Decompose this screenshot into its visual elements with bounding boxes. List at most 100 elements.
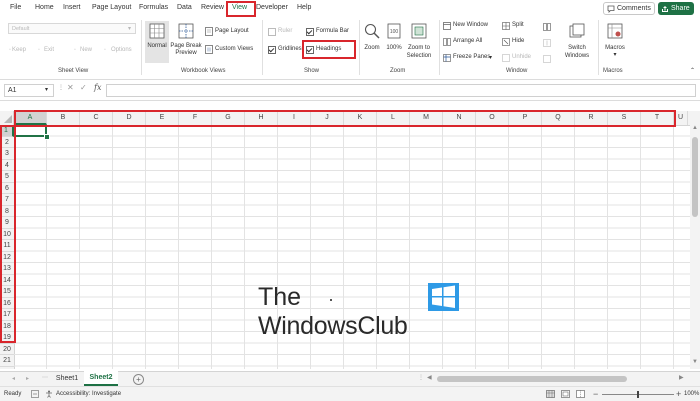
formula-input[interactable] (106, 84, 696, 97)
accessibility-status[interactable]: Accessibility: Investigate (56, 391, 121, 397)
sheet-tabs-more-icon[interactable]: ⋯ (42, 374, 48, 381)
switch-windows-label-1: Switch (568, 45, 586, 51)
sheet-tab-sheet1[interactable]: Sheet1 (52, 372, 82, 386)
formula-bar-label: Formula Bar (316, 28, 350, 34)
zoom-100-label: 100% (386, 45, 402, 51)
zoom-in-icon[interactable]: + (676, 389, 681, 399)
exit-label: Exit (44, 47, 55, 53)
scroll-left-icon[interactable]: ◀ (427, 374, 432, 381)
new-window-icon (443, 22, 451, 32)
scroll-down-icon[interactable]: ▼ (692, 359, 698, 365)
menu-tab-file[interactable]: File (10, 4, 21, 11)
zoom-100-button[interactable]: 100 100% (385, 21, 403, 63)
watermark-line1: The (258, 283, 302, 311)
new-button[interactable]: New (80, 47, 92, 53)
options-icon: ▫ (104, 47, 106, 53)
synchronous-scrolling-icon[interactable] (543, 39, 551, 49)
arrange-all-button[interactable]: Arrange All (443, 38, 493, 47)
menu-tab-review[interactable]: Review (201, 4, 224, 11)
chevron-down-icon: ▾ (613, 52, 617, 58)
options-label: Options (111, 47, 132, 53)
unhide-button[interactable]: Unhide (502, 54, 536, 63)
column-header[interactable]: U (674, 111, 688, 125)
name-box-value: A1 (8, 87, 17, 94)
menu-tab-home[interactable]: Home (35, 4, 54, 11)
sheet-tab-sheet2[interactable]: Sheet2 (84, 371, 118, 386)
add-sheet-button[interactable]: + (133, 374, 144, 385)
ribbon-separator (141, 20, 142, 75)
share-button[interactable]: Share (658, 2, 694, 15)
tabs-resize-handle[interactable]: ⋮ (418, 374, 424, 381)
scroll-right-icon[interactable]: ▶ (679, 374, 684, 381)
menu-tab-developer[interactable]: Developer (256, 4, 288, 11)
zoom-selection-label-2: Selection (406, 53, 432, 59)
hide-label: Hide (512, 38, 525, 44)
page-break-status-icon[interactable] (576, 390, 585, 400)
freeze-panes-button[interactable]: Freeze Panes ▾ (443, 54, 498, 63)
custom-views-icon (205, 45, 213, 56)
status-ready: Ready (4, 391, 22, 397)
menu-tab-data[interactable]: Data (177, 4, 192, 11)
page-break-label-1: Page Break (170, 43, 202, 49)
vertical-scrollbar[interactable]: ▲ ▼ (690, 125, 700, 369)
cancel-icon[interactable]: ✕ (67, 83, 74, 92)
page-layout-status-icon[interactable] (561, 390, 570, 400)
select-all-icon (4, 115, 12, 123)
row-header[interactable]: 21 (0, 355, 14, 367)
view-side-by-side-icon[interactable] (543, 23, 551, 33)
custom-views-button[interactable]: Custom Views (205, 45, 257, 55)
zoom-to-selection-button[interactable]: Zoom to Selection (404, 21, 434, 67)
menu-tab-formulas[interactable]: Formulas (139, 4, 168, 11)
menu-tab-page-layout[interactable]: Page Layout (92, 4, 131, 11)
next-sheet-icon[interactable]: ▸ (26, 375, 29, 382)
sheet-view-dropdown[interactable]: Default ▾ (8, 23, 136, 34)
formula-bar-checkbox[interactable] (306, 28, 314, 36)
watermark-line2: WindowsClub (258, 312, 408, 340)
zoom-selection-icon (411, 23, 427, 41)
reset-window-position-icon[interactable] (543, 55, 551, 65)
accessibility-icon[interactable] (45, 390, 53, 400)
menu-tab-help[interactable]: Help (297, 4, 311, 11)
vertical-scroll-thumb[interactable] (692, 137, 698, 217)
zoom-slider-thumb[interactable] (637, 391, 639, 398)
new-window-button[interactable]: New Window (443, 22, 493, 31)
zoom-button[interactable]: Zoom (362, 21, 382, 63)
menu-tab-insert[interactable]: Insert (63, 4, 81, 11)
macros-group-label: Macros (603, 68, 623, 74)
normal-view-button[interactable]: Normal (145, 21, 169, 63)
scroll-up-icon[interactable]: ▲ (692, 125, 698, 131)
keep-button[interactable]: Keep (12, 47, 26, 53)
prev-sheet-icon[interactable]: ◂ (12, 375, 15, 382)
view-tab-highlight (226, 1, 256, 17)
page-layout-button[interactable]: Page Layout (205, 27, 255, 37)
zoom-out-icon[interactable]: − (593, 389, 598, 399)
name-box[interactable]: A1 ▾ (4, 84, 54, 97)
headings-highlight (302, 40, 356, 59)
collapse-ribbon-icon[interactable]: ⌃ (690, 67, 695, 74)
enter-icon[interactable]: ✓ (80, 83, 87, 92)
select-all-button[interactable] (0, 111, 14, 125)
zoom-level[interactable]: 100% (684, 391, 699, 397)
options-button[interactable]: Options (111, 47, 132, 53)
switch-windows-button[interactable]: Switch Windows (559, 21, 595, 67)
split-label: Split (512, 22, 524, 28)
macros-label: Macros (605, 45, 625, 51)
page-break-icon (178, 23, 194, 41)
normal-view-label: Normal (147, 43, 167, 49)
horizontal-scrollbar[interactable]: ◀ ▶ (427, 375, 689, 383)
ruler-checkbox[interactable] (268, 28, 276, 36)
row-header[interactable]: 20 (0, 344, 14, 355)
horizontal-scroll-thumb[interactable] (437, 376, 627, 382)
macros-button[interactable]: Macros ▾ (602, 21, 628, 67)
normal-view-status-icon[interactable] (546, 390, 555, 400)
hide-button[interactable]: Hide (502, 38, 532, 47)
split-button[interactable]: Split (502, 22, 532, 31)
exit-button[interactable]: Exit (44, 47, 54, 53)
freeze-panes-icon (443, 54, 451, 64)
gridlines-checkbox[interactable] (268, 46, 276, 54)
insert-function-icon[interactable]: fx (94, 83, 101, 92)
fill-handle[interactable] (44, 133, 50, 140)
page-break-preview-button[interactable]: Page Break Preview (170, 21, 202, 63)
unhide-icon (502, 54, 510, 64)
comments-button[interactable]: Comments (603, 2, 655, 15)
